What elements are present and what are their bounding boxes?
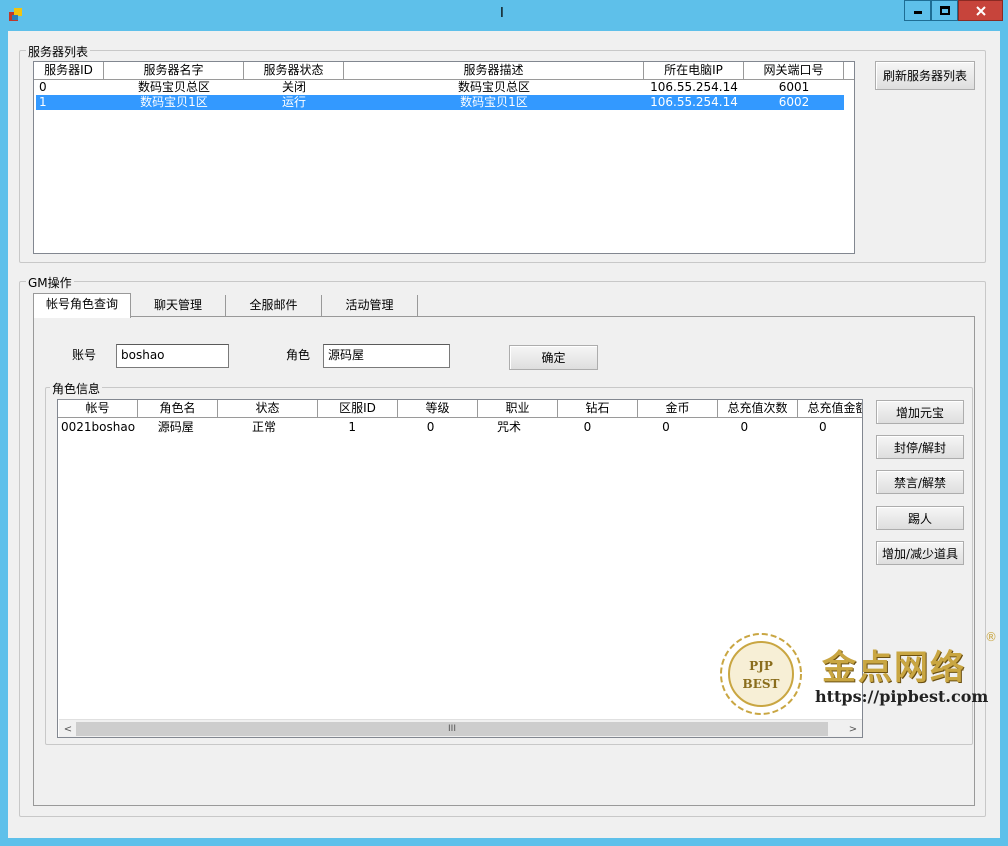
kick-player-button[interactable]: 踢人 — [876, 506, 964, 530]
app-icon — [9, 8, 22, 21]
table-cell: 0 — [583, 420, 592, 434]
col-header[interactable]: 网关端口号 — [744, 62, 844, 79]
table-cell: 1 — [348, 420, 356, 434]
close-icon — [975, 5, 986, 16]
gm-legend: GM操作 — [26, 274, 74, 291]
table-cell: 运行 — [281, 95, 306, 109]
minimize-button[interactable] — [904, 0, 931, 21]
col-header[interactable]: 服务器ID — [34, 62, 104, 79]
minimize-icon — [913, 11, 922, 14]
add-yuanbao-button[interactable]: 增加元宝 — [876, 400, 964, 424]
col-header[interactable]: 帐号 — [58, 400, 138, 417]
ban-unban-button[interactable]: 封停/解封 — [876, 435, 964, 459]
account-input[interactable]: boshao — [116, 344, 229, 368]
col-header[interactable]: 服务器状态 — [244, 62, 344, 79]
table-cell: 106.55.254.14 — [650, 80, 738, 94]
server-list-legend: 服务器列表 — [26, 43, 91, 60]
watermark-badge-line2: BEST — [743, 677, 780, 691]
table-cell: 数码宝贝1区 — [140, 95, 208, 109]
role-list-header: 帐号 角色名 状态 区服ID 等级 职业 钻石 金币 总充值次数 总充值金额 — [58, 400, 862, 418]
col-header[interactable]: 所在电脑IP — [644, 62, 744, 79]
role-label: 角色 — [286, 348, 311, 362]
role-list-hscrollbar[interactable]: < III > — [59, 719, 862, 737]
tab-server-mail[interactable]: 全服邮件 — [226, 295, 322, 317]
col-header[interactable]: 服务器名字 — [104, 62, 244, 79]
tab-chat-management[interactable]: 聊天管理 — [131, 295, 226, 317]
add-remove-item-button[interactable]: 增加/减少道具 — [876, 541, 964, 565]
col-header[interactable]: 职业 — [478, 400, 558, 417]
scroll-right-arrow[interactable]: > — [845, 721, 861, 737]
table-cell: 0 — [818, 420, 827, 434]
table-cell: 0 — [740, 420, 749, 434]
table-cell: 6001 — [778, 80, 810, 94]
refresh-server-list-button[interactable]: 刷新服务器列表 — [875, 61, 975, 90]
window-title: I — [500, 6, 504, 21]
table-cell: 106.55.254.14 — [650, 95, 738, 109]
col-header[interactable]: 总充值金额 — [798, 400, 862, 417]
col-header[interactable]: 总充值次数 — [718, 400, 798, 417]
confirm-button[interactable]: 确定 — [509, 345, 598, 370]
col-header[interactable]: 钻石 — [558, 400, 638, 417]
maximize-button[interactable] — [931, 0, 958, 21]
watermark-badge-line1: PJP — [749, 659, 773, 673]
account-label: 账号 — [72, 348, 97, 362]
title-bar — [0, 0, 1008, 30]
table-cell: 咒术 — [497, 420, 522, 434]
tab-activity-management[interactable]: 活动管理 — [322, 295, 418, 317]
col-header[interactable]: 区服ID — [318, 400, 398, 417]
watermark-badge: PJP BEST — [720, 633, 802, 715]
maximize-icon — [939, 6, 950, 15]
table-row-selected[interactable]: 1 数码宝贝1区 运行 数码宝贝1区 106.55.254.14 6002 — [36, 95, 844, 110]
watermark-brand: 金点网络 — [822, 648, 966, 688]
table-cell: 正常 — [251, 420, 276, 434]
table-cell: 0 — [662, 420, 670, 434]
table-cell: 数码宝贝总区 — [137, 80, 210, 94]
mute-unmute-button[interactable]: 禁言/解禁 — [876, 470, 964, 494]
col-header[interactable]: 服务器描述 — [344, 62, 644, 79]
scroll-thumb[interactable]: III — [76, 722, 828, 736]
table-cell: 0 — [426, 420, 435, 434]
table-cell: 1 — [39, 95, 47, 109]
role-input[interactable]: 源码屋 — [323, 344, 450, 368]
server-listview[interactable]: 服务器ID 服务器名字 服务器状态 服务器描述 所在电脑IP 网关端口号 0 数… — [33, 61, 855, 254]
col-header[interactable]: 等级 — [398, 400, 478, 417]
table-cell: 0 — [39, 80, 47, 94]
close-button[interactable] — [958, 0, 1003, 21]
role-info-legend: 角色信息 — [50, 380, 103, 397]
table-cell: 0021boshao — [61, 420, 136, 434]
tab-account-role-query[interactable]: 帐号角色查询 — [33, 293, 131, 318]
table-row[interactable]: 0021boshao 源码屋 正常 1 0 咒术 0 0 0 0 — [58, 420, 862, 435]
table-cell: 数码宝贝总区 — [457, 80, 530, 94]
table-cell: 6002 — [778, 95, 810, 109]
watermark-url: https://pipbest.com — [815, 687, 989, 706]
table-cell: 源码屋 — [157, 420, 194, 434]
watermark-registered: ® — [985, 630, 997, 644]
scroll-left-arrow[interactable]: < — [60, 721, 76, 737]
table-row[interactable]: 0 数码宝贝总区 关闭 数码宝贝总区 106.55.254.14 6001 — [36, 80, 844, 95]
table-cell: 数码宝贝1区 — [460, 95, 528, 109]
server-list-header: 服务器ID 服务器名字 服务器状态 服务器描述 所在电脑IP 网关端口号 — [34, 62, 854, 80]
col-header[interactable]: 状态 — [218, 400, 318, 417]
col-header[interactable]: 金币 — [638, 400, 718, 417]
table-cell: 关闭 — [281, 80, 306, 94]
col-header[interactable]: 角色名 — [138, 400, 218, 417]
